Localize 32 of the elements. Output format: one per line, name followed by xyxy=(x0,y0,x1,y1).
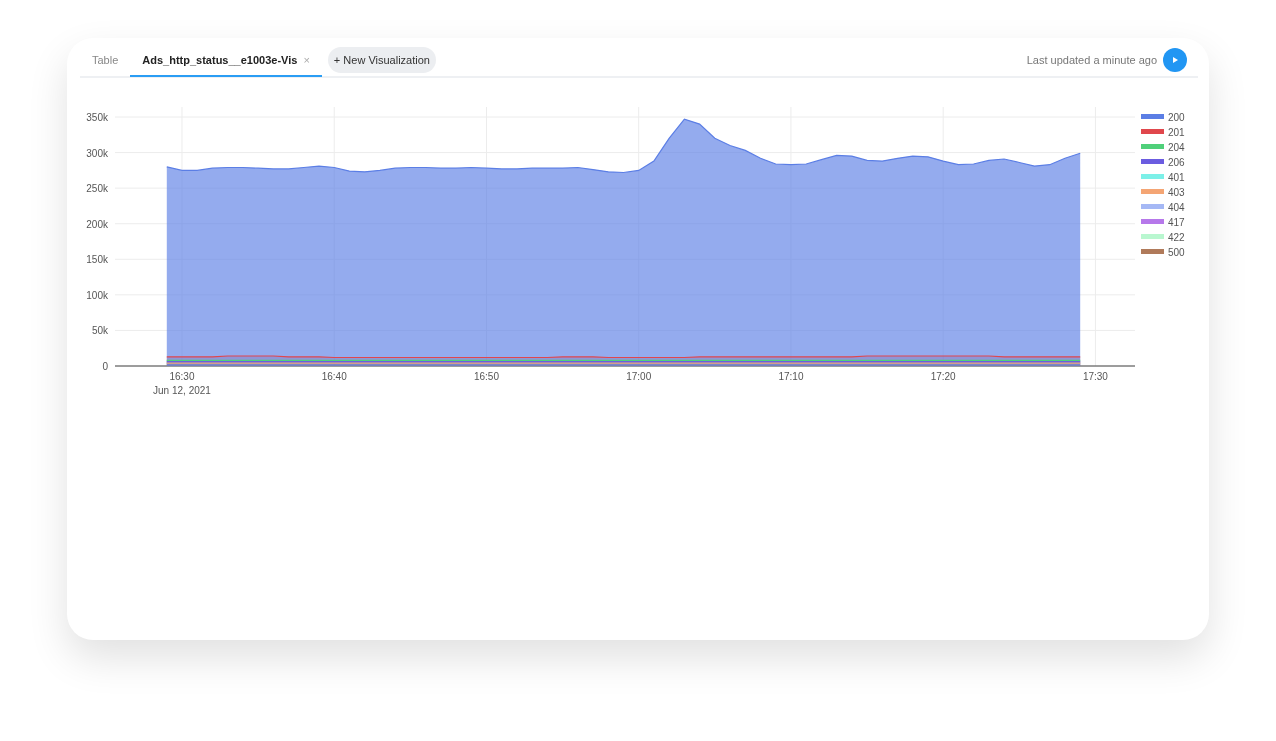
y-tick-label: 250k xyxy=(86,183,108,195)
legend-label: 401 xyxy=(1168,172,1185,183)
legend-label: 417 xyxy=(1168,217,1185,228)
x-tick-label: 17:30 xyxy=(1082,371,1108,382)
x-tick-label: 17:20 xyxy=(930,371,956,382)
legend-label: 500 xyxy=(1168,247,1185,258)
y-tick-label: 300k xyxy=(86,147,108,159)
legend-label: 201 xyxy=(1168,127,1185,138)
y-tick-label: 50k xyxy=(91,325,108,337)
play-icon xyxy=(1171,56,1179,64)
x-tick-label: 16:40 xyxy=(321,371,347,382)
legend-label: 200 xyxy=(1168,112,1185,123)
x-tick-label: 17:10 xyxy=(778,371,804,382)
y-tick-label: 150k xyxy=(86,254,108,266)
y-tick-label: 0 xyxy=(102,361,108,372)
new-visualization-button[interactable]: + New Visualization xyxy=(327,47,436,73)
x-tick-label: 16:50 xyxy=(473,371,499,382)
legend-label: 204 xyxy=(1168,142,1185,153)
legend-label: 206 xyxy=(1168,157,1185,168)
tab[interactable]: Ads_http_status__e1003e-Vis × xyxy=(130,45,322,77)
legend-label: 422 xyxy=(1168,232,1185,243)
y-tick-label: 350k xyxy=(86,112,108,123)
play-button[interactable] xyxy=(1163,48,1187,72)
y-tick-label: 200k xyxy=(86,218,108,230)
tab[interactable]: Table xyxy=(80,45,131,77)
date-label: Jun 12, 2021 xyxy=(153,385,211,396)
legend-label: 403 xyxy=(1168,187,1185,198)
legend-label: 404 xyxy=(1168,202,1185,213)
y-tick-label: 100k xyxy=(86,289,108,301)
x-tick-label: 17:00 xyxy=(626,371,652,382)
last-updated-text: Last updated a minute ago xyxy=(1026,54,1157,66)
x-tick-label: 16:30 xyxy=(169,371,195,382)
